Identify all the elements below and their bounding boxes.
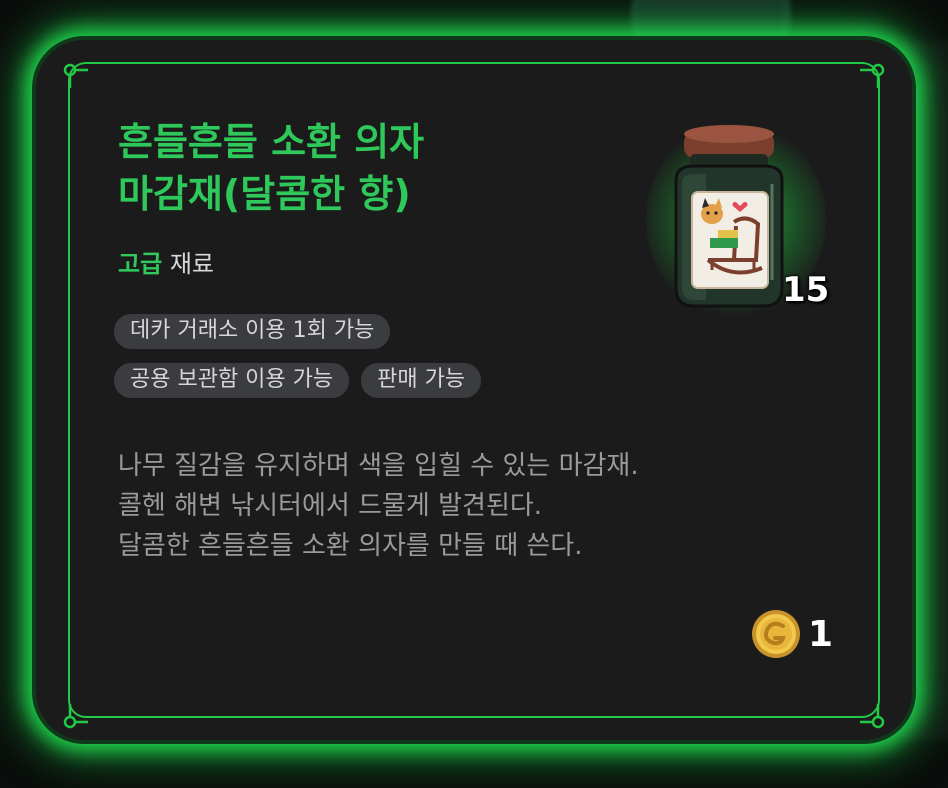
tag-sellable: 판매 가능 (361, 363, 482, 398)
price-value: 1 (808, 613, 834, 655)
item-name: 흔들흔들 소환 의자 마감재(달콤한 향) (118, 120, 425, 216)
gold-coin-icon (752, 610, 800, 658)
ornament-corner-icon (860, 704, 885, 729)
item-tags: 데카 거래소 이용 1회 가능 공용 보관함 이용 가능 판매 가능 (114, 314, 634, 412)
description-line: 달콤한 흔들흔들 소환 의자를 만들 때 쓴다. (118, 531, 583, 561)
ornament-corner-icon (860, 63, 885, 88)
tag-row: 데카 거래소 이용 1회 가능 (114, 314, 634, 349)
item-grade-line: 고급 재료 (118, 244, 214, 279)
tag-row: 공용 보관함 이용 가능 판매 가능 (114, 363, 634, 398)
tag-shared-storage: 공용 보관함 이용 가능 (114, 363, 350, 398)
item-grade: 고급 (118, 250, 163, 278)
ornament-corner-icon (63, 704, 88, 729)
item-kind: 재료 (169, 250, 214, 278)
tag-exchange: 데카 거래소 이용 1회 가능 (114, 314, 391, 349)
description-line: 콜헨 해변 낚시터에서 드물게 발견된다. (118, 491, 543, 521)
ornament-corner-icon (63, 63, 88, 88)
item-description: 나무 질감을 유지하며 색을 입힐 수 있는 마감재. 콜헨 해변 낚시터에서 … (118, 446, 818, 566)
item-price: 1 (750, 608, 833, 660)
item-count: 15 (782, 270, 830, 310)
description-line: 나무 질감을 유지하며 색을 입힐 수 있는 마감재. (118, 451, 639, 481)
